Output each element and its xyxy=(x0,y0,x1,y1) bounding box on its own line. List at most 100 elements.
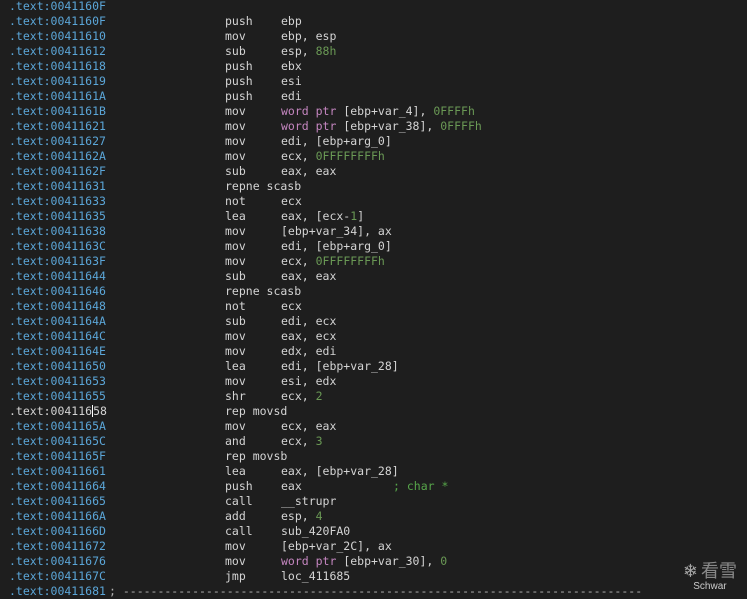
line-address[interactable]: .text:00411655 xyxy=(9,389,106,404)
line-address[interactable]: .text:0041165C xyxy=(9,434,106,449)
listing-line[interactable]: .text:00411621 mov word ptr [ebp+var_38], … xyxy=(0,119,747,134)
listing-line[interactable]: .text:0041165A mov ecx, eax xyxy=(0,419,747,434)
instruction-operands[interactable]: edi, ecx xyxy=(281,314,336,329)
line-address[interactable]: .text:00411672 xyxy=(9,539,106,554)
line-address[interactable]: .text:0041163F xyxy=(9,254,106,269)
line-address[interactable]: .text:00411650 xyxy=(9,359,106,374)
line-address[interactable]: .text:0041164E xyxy=(9,344,106,359)
instruction-mnemonic[interactable]: mov xyxy=(225,119,246,134)
listing-line[interactable]: .text:00411681; ------------------------… xyxy=(0,584,747,599)
instruction-operands[interactable]: ecx, eax xyxy=(281,419,336,434)
listing-line[interactable]: .text:00411612 sub esp, 88h xyxy=(0,44,747,59)
instruction-operands[interactable]: edx, edi xyxy=(281,344,336,359)
line-address[interactable]: .text:0041163C xyxy=(9,239,106,254)
listing-line[interactable]: .text:00411676 mov word ptr [ebp+var_30], … xyxy=(0,554,747,569)
instruction-mnemonic[interactable]: repne scasb xyxy=(225,179,301,194)
listing-line[interactable]: .text:00411610 mov ebp, esp xyxy=(0,29,747,44)
listing-line[interactable]: .text:00411664 push eax ; char * xyxy=(0,479,747,494)
listing-line[interactable]: .text:00411648 not ecx xyxy=(0,299,747,314)
instruction-mnemonic[interactable]: push xyxy=(225,89,253,104)
listing-line[interactable]: .text:00411619 push esi xyxy=(0,74,747,89)
instruction-mnemonic[interactable]: push xyxy=(225,59,253,74)
instruction-mnemonic[interactable]: mov xyxy=(225,104,246,119)
line-address[interactable]: .text:00411612 xyxy=(9,44,106,59)
listing-line[interactable]: .text:0041163C mov edi, [ebp+arg_0] xyxy=(0,239,747,254)
listing-line[interactable]: .text:0041165F rep movsb xyxy=(0,449,747,464)
listing-line[interactable]: .text:0041164E mov edx, edi xyxy=(0,344,747,359)
instruction-mnemonic[interactable]: jmp xyxy=(225,569,246,584)
instruction-mnemonic[interactable]: lea xyxy=(225,464,246,479)
line-address[interactable]: .text:0041160F xyxy=(9,0,106,14)
listing-line[interactable]: .text:0041166A add esp, 4 xyxy=(0,509,747,524)
listing-line[interactable]: .text:0041165C and ecx, 3 xyxy=(0,434,747,449)
instruction-mnemonic[interactable]: sub xyxy=(225,164,246,179)
line-address[interactable]: .text:00411618 xyxy=(9,59,106,74)
listing-line[interactable]: .text:00411653 mov esi, edx xyxy=(0,374,747,389)
instruction-operands[interactable]: eax, eax xyxy=(281,269,336,284)
line-address[interactable]: .text:00411627 xyxy=(9,134,106,149)
line-address[interactable]: .text:00411653 xyxy=(9,374,106,389)
line-address[interactable]: .text:0041167C xyxy=(9,569,106,584)
instruction-mnemonic[interactable]: shr xyxy=(225,389,246,404)
line-address[interactable]: .text:00411621 xyxy=(9,119,106,134)
instruction-mnemonic[interactable]: mov xyxy=(225,539,246,554)
instruction-operands[interactable]: edi, [ebp+arg_0] xyxy=(281,239,392,254)
instruction-operands[interactable]: word ptr [ebp+var_30], 0 xyxy=(281,554,447,569)
line-address[interactable]: .text:00411638 xyxy=(9,224,106,239)
listing-line[interactable]: .text:00411672 mov [ebp+var_2C], ax xyxy=(0,539,747,554)
instruction-operands[interactable]: edi, [ebp+var_28] xyxy=(281,359,399,374)
instruction-operands[interactable]: esp, 4 xyxy=(281,509,323,524)
instruction-operands[interactable]: __strupr xyxy=(281,494,336,509)
instruction-mnemonic[interactable]: lea xyxy=(225,359,246,374)
instruction-operands[interactable]: ecx, 3 xyxy=(281,434,323,449)
instruction-operands[interactable]: loc_411685 xyxy=(281,569,350,584)
instruction-operands[interactable]: eax, ecx xyxy=(281,329,336,344)
instruction-operands[interactable]: sub_420FA0 xyxy=(281,524,350,539)
instruction-mnemonic[interactable]: mov xyxy=(225,29,246,44)
line-address[interactable]: .text:00411644 xyxy=(9,269,106,284)
line-address[interactable]: .text:0041161B xyxy=(9,104,106,119)
listing-line[interactable]: .text:0041161A push edi xyxy=(0,89,747,104)
instruction-mnemonic[interactable]: mov xyxy=(225,239,246,254)
instruction-operands[interactable]: ecx, 2 xyxy=(281,389,323,404)
listing-line[interactable]: .text:00411665 call __strupr xyxy=(0,494,747,509)
line-address[interactable]: .text:00411610 xyxy=(9,29,106,44)
instruction-mnemonic[interactable]: mov xyxy=(225,134,246,149)
line-address[interactable]: .text:0041165F xyxy=(9,449,106,464)
line-address[interactable]: .text:00411681 xyxy=(9,584,106,599)
instruction-mnemonic[interactable]: call xyxy=(225,524,253,539)
instruction-mnemonic[interactable]: mov xyxy=(225,149,246,164)
instruction-mnemonic[interactable]: mov xyxy=(225,329,246,344)
instruction-operands[interactable]: esp, 88h xyxy=(281,44,336,59)
instruction-mnemonic[interactable]: sub xyxy=(225,314,246,329)
listing-line[interactable]: .text:00411661 lea eax, [ebp+var_28] xyxy=(0,464,747,479)
instruction-mnemonic[interactable]: mov xyxy=(225,224,246,239)
instruction-operands[interactable]: edi xyxy=(281,89,302,104)
line-address[interactable]: .text:00411658 xyxy=(9,404,107,419)
instruction-operands[interactable]: word ptr [ebp+var_4], 0FFFFh xyxy=(281,104,475,119)
line-address[interactable]: .text:0041162A xyxy=(9,149,106,164)
listing-line[interactable]: .text:00411618 push ebx xyxy=(0,59,747,74)
instruction-operands[interactable]: esi xyxy=(281,74,302,89)
listing-line[interactable]: .text:00411646 repne scasb xyxy=(0,284,747,299)
line-address[interactable]: .text:0041161A xyxy=(9,89,106,104)
instruction-operands[interactable]: ecx, 0FFFFFFFFh xyxy=(281,254,385,269)
instruction-mnemonic[interactable]: repne scasb xyxy=(225,284,301,299)
instruction-mnemonic[interactable]: mov xyxy=(225,419,246,434)
line-address[interactable]: .text:0041164A xyxy=(9,314,106,329)
instruction-mnemonic[interactable]: rep movsd xyxy=(225,404,287,419)
instruction-mnemonic[interactable]: mov xyxy=(225,254,246,269)
instruction-mnemonic[interactable]: push xyxy=(225,479,253,494)
listing-line[interactable]: .text:00411658 rep movsd xyxy=(0,404,747,419)
instruction-operands[interactable]: ebp, esp xyxy=(281,29,336,44)
listing-line[interactable]: .text:0041162A mov ecx, 0FFFFFFFFh xyxy=(0,149,747,164)
instruction-operands[interactable]: ecx xyxy=(281,194,302,209)
instruction-operands[interactable]: eax, [ebp+var_28] xyxy=(281,464,399,479)
instruction-mnemonic[interactable]: rep movsb xyxy=(225,449,287,464)
listing-line[interactable]: .text:0041167C jmp loc_411685 xyxy=(0,569,747,584)
listing-line[interactable]: .text:0041166D call sub_420FA0 xyxy=(0,524,747,539)
instruction-mnemonic[interactable]: push xyxy=(225,14,253,29)
line-address[interactable]: .text:00411676 xyxy=(9,554,106,569)
line-address[interactable]: .text:00411646 xyxy=(9,284,106,299)
listing-line[interactable]: .text:00411650 lea edi, [ebp+var_28] xyxy=(0,359,747,374)
